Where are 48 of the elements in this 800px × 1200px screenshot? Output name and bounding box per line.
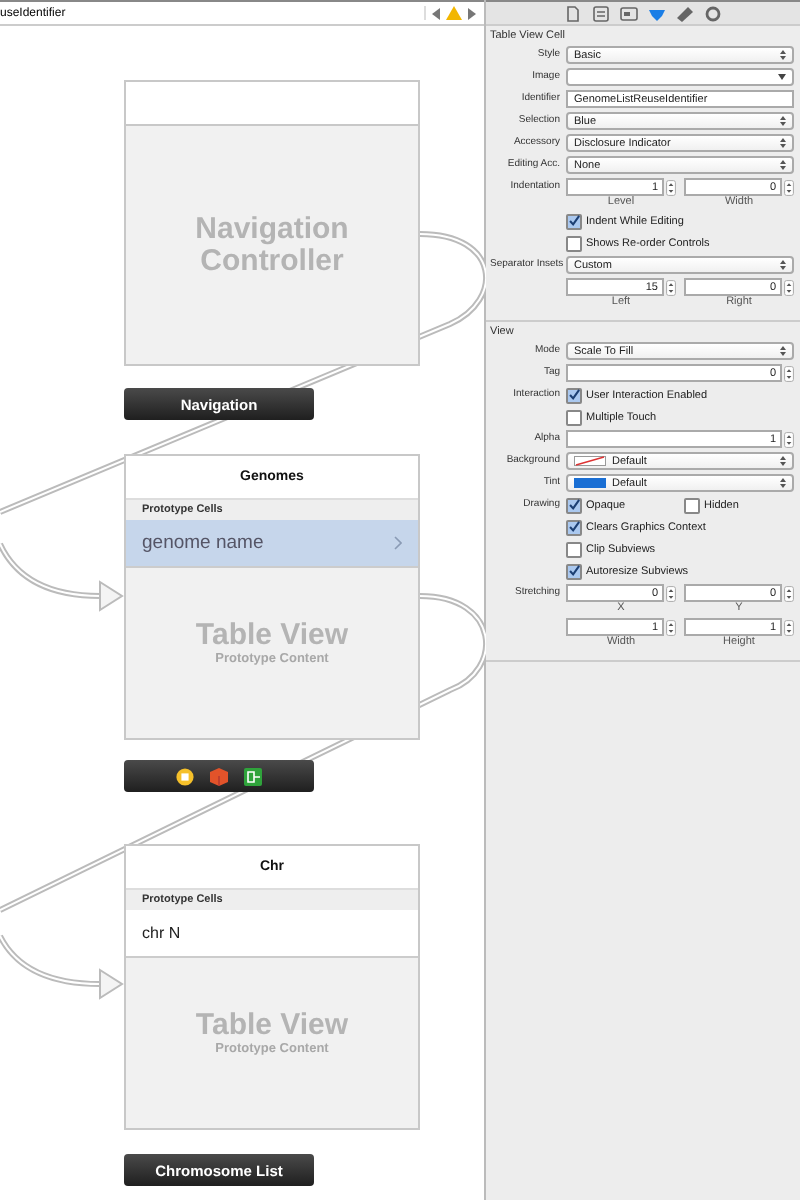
table-cell[interactable]: chr N xyxy=(126,910,418,958)
updown-icon xyxy=(780,116,786,126)
stepper-icon[interactable] xyxy=(784,365,794,381)
file-icon[interactable] xyxy=(564,5,582,21)
checkbox[interactable] xyxy=(566,497,582,513)
updown-icon xyxy=(780,260,786,270)
updown-icon xyxy=(780,160,786,170)
view-controller-icon[interactable] xyxy=(176,767,194,785)
checkbox[interactable] xyxy=(684,497,700,513)
checkbox[interactable] xyxy=(566,519,582,535)
stepper-icon[interactable] xyxy=(666,619,676,635)
connections-icon[interactable] xyxy=(704,5,722,21)
updown-icon xyxy=(780,456,786,466)
scene-dock[interactable] xyxy=(124,760,314,792)
checkbox[interactable] xyxy=(566,541,582,557)
checkbox[interactable] xyxy=(566,213,582,229)
updown-icon xyxy=(780,138,786,148)
dropdown-icon xyxy=(778,74,786,80)
stepper-icon[interactable] xyxy=(784,179,794,195)
scene-watermark: Navigation Controller xyxy=(193,213,351,277)
updown-icon xyxy=(780,346,786,356)
updown-icon xyxy=(780,50,786,60)
checkbox[interactable] xyxy=(566,563,582,579)
checkbox[interactable] xyxy=(566,409,582,425)
stepper-icon[interactable] xyxy=(666,585,676,601)
clear-color-swatch xyxy=(574,456,606,466)
updown-icon xyxy=(780,478,786,488)
exit-icon[interactable] xyxy=(244,767,262,785)
stepper-icon[interactable] xyxy=(784,619,794,635)
scene-watermark: Table View xyxy=(195,620,349,652)
forward-icon[interactable] xyxy=(466,7,476,19)
attributes-icon[interactable] xyxy=(648,5,666,21)
stepper-icon[interactable] xyxy=(666,179,676,195)
scene-watermark: Table View xyxy=(195,1010,349,1042)
stepper-icon[interactable] xyxy=(784,431,794,447)
document-icon[interactable] xyxy=(592,5,610,21)
stepper-icon[interactable] xyxy=(666,279,676,295)
checkbox[interactable] xyxy=(566,235,582,251)
card-icon[interactable] xyxy=(620,5,638,21)
cube-icon[interactable] xyxy=(210,767,228,785)
checkbox[interactable] xyxy=(566,387,582,403)
stepper-icon[interactable] xyxy=(784,585,794,601)
table-cell[interactable]: genome name xyxy=(126,520,418,568)
ruler-icon[interactable] xyxy=(676,5,694,21)
back-icon[interactable] xyxy=(432,7,442,19)
stepper-icon[interactable] xyxy=(784,279,794,295)
cell-label: chr N xyxy=(142,924,181,942)
cell-label: genome name xyxy=(142,532,264,554)
